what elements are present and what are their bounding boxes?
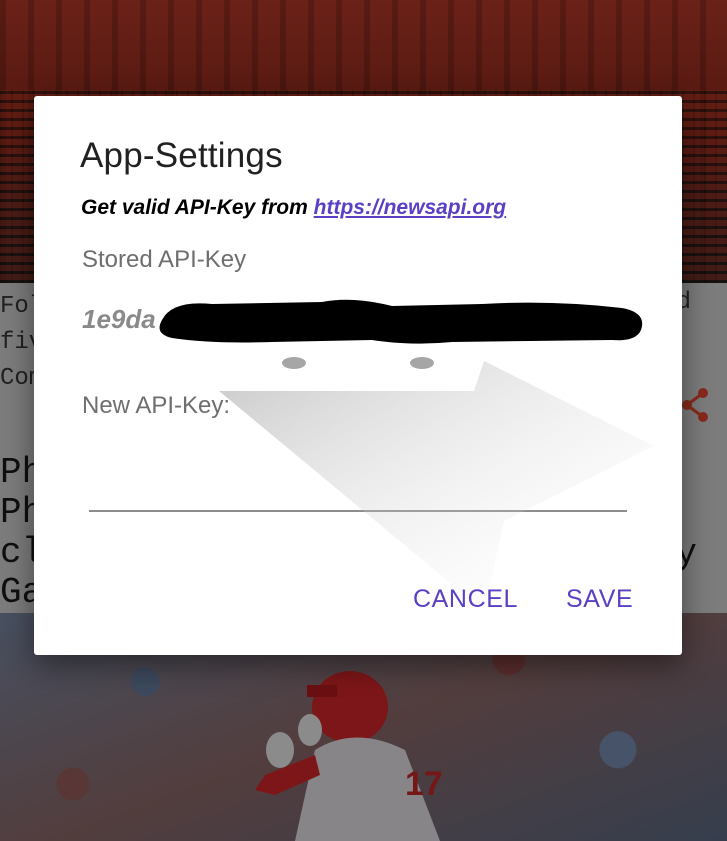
- api-key-hint-text: Get valid API-Key from: [81, 196, 314, 219]
- new-api-key-input[interactable]: [89, 436, 627, 512]
- redaction-scribble: [159, 299, 643, 344]
- api-key-hint: Get valid API-Key from https://newsapi.o…: [81, 196, 506, 220]
- newsapi-link[interactable]: https://newsapi.org: [314, 196, 507, 219]
- new-api-key-label: New API-Key:: [82, 392, 231, 419]
- save-button[interactable]: SAVE: [562, 581, 637, 618]
- dialog-title: App-Settings: [80, 136, 283, 175]
- cancel-button[interactable]: CANCEL: [409, 581, 522, 618]
- stored-api-key-label: Stored API-Key: [82, 246, 247, 273]
- settings-dialog: App-Settings Get valid API-Key from http…: [34, 96, 682, 655]
- stored-api-key-value: 1e9da: [82, 304, 156, 334]
